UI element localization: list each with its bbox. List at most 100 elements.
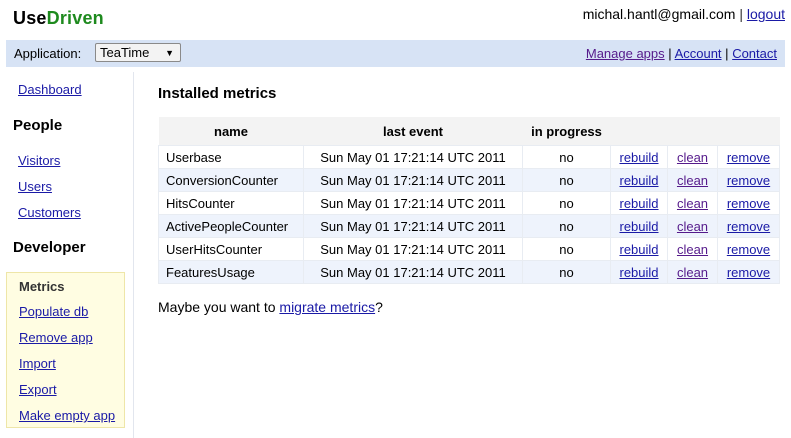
clean-link[interactable]: clean <box>677 150 708 165</box>
application-select-value: TeaTime <box>100 45 150 60</box>
remove-cell: remove <box>717 237 780 261</box>
clean-cell: clean <box>667 145 718 169</box>
last-event-cell: Sun May 01 17:21:14 UTC 2011 <box>303 237 523 261</box>
sidebar-item-visitors[interactable]: Visitors <box>18 153 60 168</box>
remove-cell: remove <box>717 191 780 215</box>
table-row: UserHitsCounter Sun May 01 17:21:14 UTC 2… <box>158 237 780 261</box>
remove-link[interactable]: remove <box>727 173 770 188</box>
in-progress-cell: no <box>522 191 611 215</box>
column-header-remove <box>717 117 780 146</box>
migrate-hint: Maybe you want to migrate metrics? <box>158 299 383 315</box>
migrate-suffix: ? <box>375 299 383 315</box>
account-link[interactable]: Account <box>675 46 722 61</box>
last-event-cell: Sun May 01 17:21:14 UTC 2011 <box>303 260 523 284</box>
app-logo: UseDriven <box>13 8 104 29</box>
metric-name-cell: FeaturesUsage <box>158 260 304 284</box>
remove-link[interactable]: remove <box>727 150 770 165</box>
remove-cell: remove <box>717 168 780 192</box>
table-row: FeaturesUsage Sun May 01 17:21:14 UTC 201… <box>158 260 780 284</box>
column-header-clean <box>667 117 718 146</box>
remove-link[interactable]: remove <box>727 265 770 280</box>
rebuild-link[interactable]: rebuild <box>619 173 658 188</box>
clean-link[interactable]: clean <box>677 265 708 280</box>
last-event-cell: Sun May 01 17:21:14 UTC 2011 <box>303 145 523 169</box>
developer-menu: Metrics Populate db Remove app Import Ex… <box>6 272 125 428</box>
column-header-in-progress: in progress <box>522 117 611 146</box>
table-row: ActivePeopleCounter Sun May 01 17:21:14 U… <box>158 214 780 238</box>
rebuild-cell: rebuild <box>610 214 668 238</box>
manage-apps-link[interactable]: Manage apps <box>586 46 665 61</box>
remove-link[interactable]: remove <box>727 219 770 234</box>
metric-name-cell: HitsCounter <box>158 191 304 215</box>
sidebar-heading-people: People <box>13 117 63 134</box>
remove-cell: remove <box>717 260 780 284</box>
clean-cell: clean <box>667 168 718 192</box>
rebuild-link[interactable]: rebuild <box>619 219 658 234</box>
sidebar-item-customers[interactable]: Customers <box>18 205 81 220</box>
logo-part-driven: Driven <box>46 8 104 28</box>
chevron-down-icon: ▼ <box>165 48 174 58</box>
clean-link[interactable]: clean <box>677 219 708 234</box>
table-header-row: name last event in progress <box>158 117 780 146</box>
rebuild-cell: rebuild <box>610 260 668 284</box>
sidebar-item-populate-db[interactable]: Populate db <box>19 304 88 319</box>
metric-name-cell: Userbase <box>158 145 304 169</box>
sidebar-item-export[interactable]: Export <box>19 382 57 397</box>
sidebar-heading-developer: Developer <box>13 239 86 256</box>
sidebar: Dashboard People Visitors Users Customer… <box>6 72 134 438</box>
table-row: ConversionCounter Sun May 01 17:21:14 UTC… <box>158 168 780 192</box>
in-progress-cell: no <box>522 260 611 284</box>
separator: | <box>739 6 743 22</box>
contact-link[interactable]: Contact <box>732 46 777 61</box>
rebuild-cell: rebuild <box>610 191 668 215</box>
in-progress-cell: no <box>522 237 611 261</box>
sidebar-item-remove-app[interactable]: Remove app <box>19 330 93 345</box>
logo-part-use: Use <box>13 8 47 28</box>
page-title: Installed metrics <box>158 85 277 102</box>
rebuild-link[interactable]: rebuild <box>619 196 658 211</box>
separator: | <box>668 46 672 61</box>
remove-cell: remove <box>717 214 780 238</box>
last-event-cell: Sun May 01 17:21:14 UTC 2011 <box>303 214 523 238</box>
column-header-last-event: last event <box>303 117 523 146</box>
rebuild-link[interactable]: rebuild <box>619 265 658 280</box>
clean-cell: clean <box>667 214 718 238</box>
clean-link[interactable]: clean <box>677 196 708 211</box>
in-progress-cell: no <box>522 214 611 238</box>
migrate-metrics-link[interactable]: migrate metrics <box>279 299 375 315</box>
migrate-prefix: Maybe you want to <box>158 299 280 315</box>
sidebar-item-import[interactable]: Import <box>19 356 56 371</box>
sidebar-item-dashboard[interactable]: Dashboard <box>18 82 82 97</box>
remove-link[interactable]: remove <box>727 196 770 211</box>
last-event-cell: Sun May 01 17:21:14 UTC 2011 <box>303 168 523 192</box>
user-email: michal.hantl@gmail.com <box>582 6 736 22</box>
metrics-table: name last event in progress Userbase Sun … <box>158 117 780 284</box>
clean-link[interactable]: clean <box>677 242 708 257</box>
rebuild-link[interactable]: rebuild <box>619 242 658 257</box>
sidebar-item-make-empty-app[interactable]: Make empty app <box>19 408 115 423</box>
table-row: Userbase Sun May 01 17:21:14 UTC 2011 no re… <box>158 145 780 169</box>
clean-cell: clean <box>667 237 718 261</box>
application-label: Application: <box>14 46 82 61</box>
rebuild-cell: rebuild <box>610 145 668 169</box>
sidebar-item-metrics-current: Metrics <box>19 279 65 294</box>
last-event-cell: Sun May 01 17:21:14 UTC 2011 <box>303 191 523 215</box>
table-row: HitsCounter Sun May 01 17:21:14 UTC 2011 n… <box>158 191 780 215</box>
application-select[interactable]: TeaTime ▼ <box>95 43 181 62</box>
column-header-name: name <box>158 117 304 146</box>
in-progress-cell: no <box>522 145 611 169</box>
remove-link[interactable]: remove <box>727 242 770 257</box>
metric-name-cell: UserHitsCounter <box>158 237 304 261</box>
rebuild-link[interactable]: rebuild <box>619 150 658 165</box>
metric-name-cell: ConversionCounter <box>158 168 304 192</box>
remove-cell: remove <box>717 145 780 169</box>
user-menu: michal.hantl@gmail.com | logout <box>583 6 785 22</box>
clean-cell: clean <box>667 191 718 215</box>
metric-name-cell: ActivePeopleCounter <box>158 214 304 238</box>
clean-link[interactable]: clean <box>677 173 708 188</box>
rebuild-cell: rebuild <box>610 168 668 192</box>
logout-link[interactable]: logout <box>747 6 785 22</box>
clean-cell: clean <box>667 260 718 284</box>
sidebar-item-users[interactable]: Users <box>18 179 52 194</box>
appbar-links: Manage apps | Account | Contact <box>586 46 777 61</box>
